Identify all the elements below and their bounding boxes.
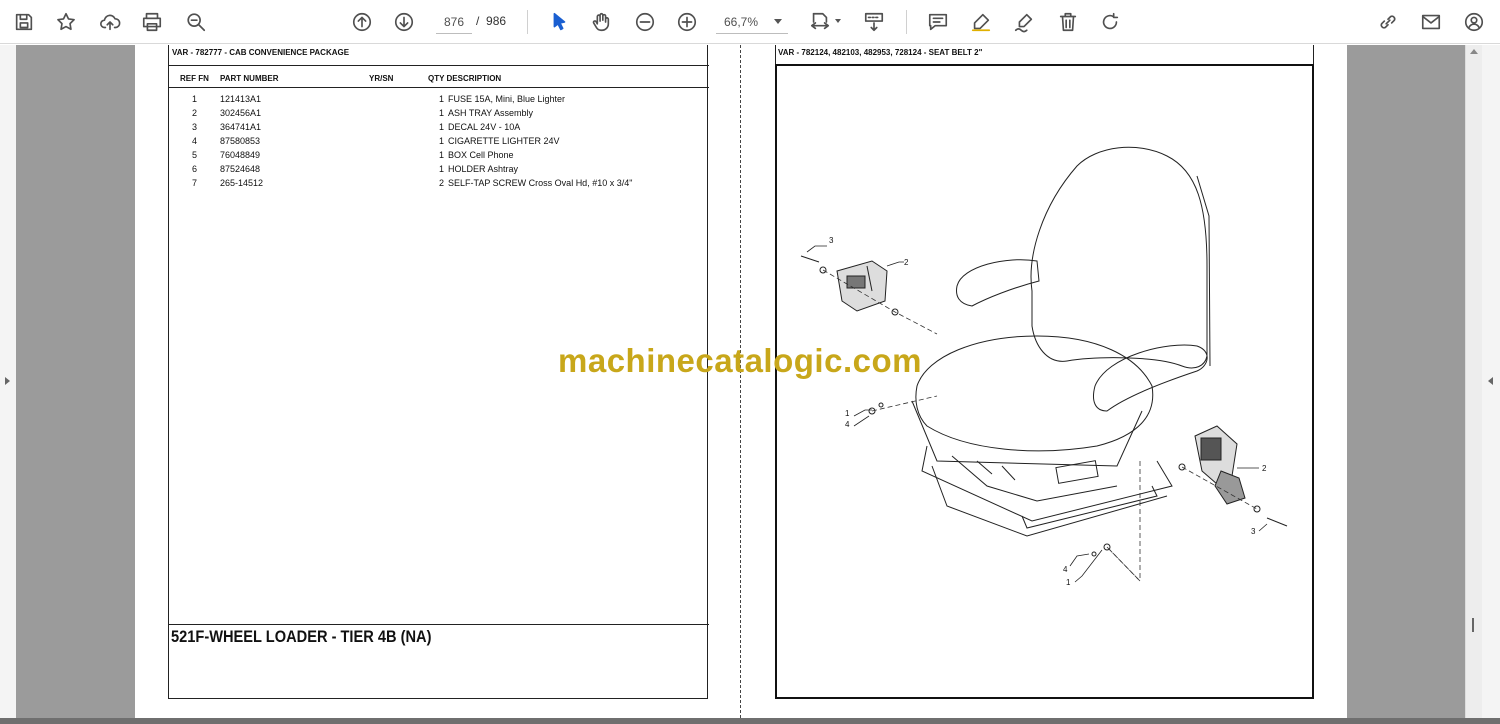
- row-description: BOX Cell Phone: [448, 150, 514, 160]
- callout-label: 3: [1251, 527, 1256, 536]
- zoom-value: 66,7%: [724, 14, 759, 29]
- toolbar-divider: [527, 10, 528, 34]
- column-header-part-number: PART NUMBER: [220, 74, 279, 83]
- expand-right-panel-icon[interactable]: [1488, 377, 1493, 385]
- row-qty: 1: [439, 164, 445, 174]
- scroll-up-icon[interactable]: [1470, 49, 1478, 54]
- callout-label: 1: [845, 409, 850, 418]
- pdf-page-spread: VAR - 782777 - CAB CONVENIENCE PACKAGE R…: [135, 45, 1347, 718]
- column-header-yr-sn: YR/SN: [369, 74, 394, 83]
- page-separator: /: [476, 14, 480, 28]
- row-description: FUSE 15A, Mini, Blue Lighter: [448, 94, 566, 104]
- callout-label: 3: [829, 236, 834, 245]
- total-pages: 986: [486, 14, 507, 28]
- expand-left-panel-icon[interactable]: [5, 377, 10, 385]
- email-icon[interactable]: [1417, 8, 1445, 36]
- seat-exploded-view-drawing: 3 2 1 4 2 3 4 1: [800, 146, 1288, 587]
- table-row: 3 364741A1 1 DECAL 24V - 10A: [169, 122, 709, 136]
- parts-list-header: VAR - 782777 - CAB CONVENIENCE PACKAGE: [172, 48, 350, 57]
- row-part-number: 121413A1: [220, 94, 262, 104]
- row-ref: 4: [192, 136, 198, 146]
- row-qty: 1: [439, 108, 445, 118]
- row-qty: 1: [439, 94, 445, 104]
- hand-tool-icon[interactable]: [587, 8, 615, 36]
- delete-trash-icon[interactable]: [1054, 8, 1082, 36]
- row-description: ASH TRAY Assembly: [448, 108, 534, 118]
- callout-label: 4: [845, 420, 850, 429]
- previous-page-icon[interactable]: [348, 8, 376, 36]
- callout-label: 2: [1262, 464, 1267, 473]
- machine-model-title: 521F-WHEEL LOADER - TIER 4B (NA): [171, 627, 432, 646]
- table-row: 4 87580853 1 CIGARETTE LIGHTER 24V: [169, 136, 709, 150]
- page-count: / 986: [476, 14, 506, 28]
- toolbar-divider: [906, 10, 907, 34]
- callout-label: 1: [1066, 578, 1071, 587]
- table-row: 7 265-14512 2 SELF-TAP SCREW Cross Oval …: [169, 178, 709, 192]
- row-ref: 2: [192, 108, 198, 118]
- user-account-icon[interactable]: [1460, 8, 1488, 36]
- fit-chevron-icon[interactable]: [835, 19, 841, 23]
- toolbar: 876 / 986 66,7%: [0, 0, 1500, 44]
- document-viewer[interactable]: VAR - 782777 - CAB CONVENIENCE PACKAGE R…: [0, 45, 1500, 724]
- row-qty: 1: [439, 136, 445, 146]
- row-description: SELF-TAP SCREW Cross Oval Hd, #10 x 3/4": [448, 178, 633, 188]
- callout-label: 4: [1063, 565, 1068, 574]
- row-description: DECAL 24V - 10A: [448, 122, 521, 132]
- scrollbar-thumb[interactable]: [1472, 618, 1474, 632]
- search-zoom-icon[interactable]: [182, 8, 210, 36]
- comment-icon[interactable]: [924, 8, 952, 36]
- print-icon[interactable]: [138, 8, 166, 36]
- column-rule: [169, 87, 709, 88]
- row-part-number: 76048849: [220, 150, 261, 160]
- upload-cloud-icon[interactable]: [96, 8, 124, 36]
- row-ref: 6: [192, 164, 198, 174]
- save-icon[interactable]: [10, 8, 38, 36]
- table-row: 6 87524648 1 HOLDER Ashtray: [169, 164, 709, 178]
- page-gutter-divider: [740, 45, 741, 718]
- seat-belt-diagram: 3 2 1 4 2 3 4 1: [775, 64, 1314, 699]
- row-part-number: 87580853: [220, 136, 261, 146]
- row-qty: 1: [439, 150, 445, 160]
- highlight-pen-icon[interactable]: [967, 8, 995, 36]
- header-rule: [169, 65, 709, 66]
- zoom-in-icon[interactable]: [673, 8, 701, 36]
- row-ref: 3: [192, 122, 198, 132]
- zoom-out-icon[interactable]: [631, 8, 659, 36]
- table-row: 1 121413A1 1 FUSE 15A, Mini, Blue Lighte…: [169, 94, 709, 108]
- column-header-ref-fn: REF FN: [180, 74, 209, 83]
- column-header-qty-description: QTY DESCRIPTION: [428, 74, 502, 83]
- diagram-header: VAR - 782124, 482103, 482953, 728124 - S…: [778, 48, 983, 57]
- row-part-number: 265-14512: [220, 178, 264, 188]
- share-link-icon[interactable]: [1374, 8, 1402, 36]
- watermark-text: machinecatalogic.com: [558, 342, 922, 379]
- row-part-number: 364741A1: [220, 122, 262, 132]
- redo-rotate-icon[interactable]: [1096, 8, 1124, 36]
- scroll-mode-icon[interactable]: [860, 8, 888, 36]
- bookmark-star-icon[interactable]: [52, 8, 80, 36]
- row-description: HOLDER Ashtray: [448, 164, 519, 174]
- bottom-border: [0, 718, 1500, 724]
- row-ref: 5: [192, 150, 198, 160]
- page-number-input[interactable]: 876: [436, 10, 472, 34]
- row-qty: 2: [439, 178, 445, 188]
- fit-page-icon[interactable]: [806, 8, 834, 36]
- next-page-icon[interactable]: [390, 8, 418, 36]
- row-ref: 7: [192, 178, 198, 188]
- row-part-number: 87524648: [220, 164, 261, 174]
- callout-label: 2: [904, 258, 909, 267]
- row-description: CIGARETTE LIGHTER 24V: [448, 136, 560, 146]
- draw-signature-icon[interactable]: [1010, 8, 1038, 36]
- row-qty: 1: [439, 122, 445, 132]
- footer-rule: [169, 624, 709, 625]
- row-ref: 1: [192, 94, 198, 104]
- chevron-down-icon: [774, 19, 782, 24]
- row-part-number: 302456A1: [220, 108, 262, 118]
- select-cursor-icon[interactable]: [545, 8, 573, 36]
- zoom-select[interactable]: 66,7%: [716, 10, 788, 34]
- table-row: 2 302456A1 1 ASH TRAY Assembly: [169, 108, 709, 122]
- table-row: 5 76048849 1 BOX Cell Phone: [169, 150, 709, 164]
